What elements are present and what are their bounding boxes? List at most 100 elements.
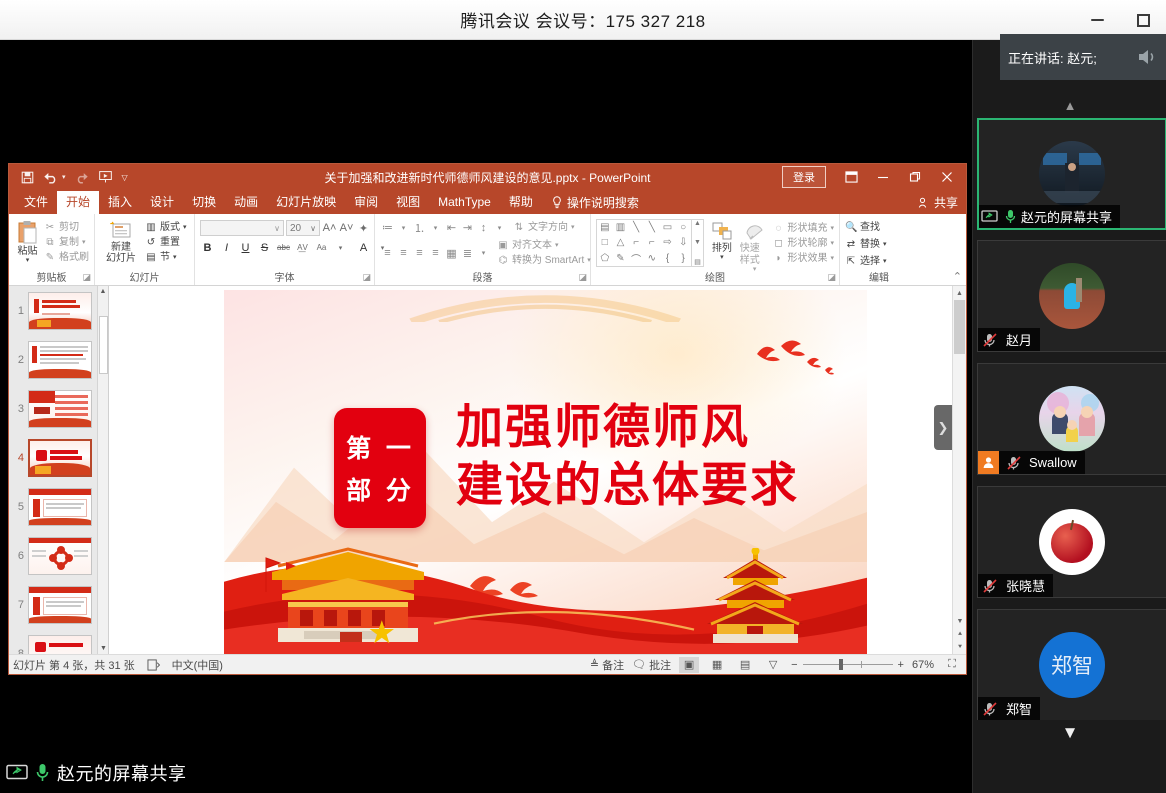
zoom-slider[interactable]: − + (791, 659, 904, 671)
participant-tile-2[interactable]: 赵月 (977, 240, 1166, 352)
thumbnail-item-selected[interactable]: 4 (9, 433, 108, 482)
align-left-icon[interactable]: ≡ (380, 246, 395, 261)
drawing-dialog-launcher[interactable]: ◪ (827, 272, 836, 283)
scroll-down-icon[interactable]: ▼ (694, 239, 701, 246)
thumbnail-item[interactable]: 6 (9, 531, 108, 580)
tell-me-search[interactable]: 操作说明搜索 (552, 194, 639, 214)
signin-button[interactable]: 登录 (782, 166, 826, 188)
scrollbar-thumb[interactable] (954, 300, 965, 354)
next-slide-icon[interactable]: ⯆ (953, 641, 966, 654)
accessibility-icon[interactable] (147, 658, 160, 671)
thumbnail-item[interactable]: 1 (9, 286, 108, 335)
slide-editing-area[interactable]: 第 一 部 分 加强师德师风 建设的总体要求 ▲ ▼ ⯅ ⯆ ❯ (109, 286, 966, 654)
thumbnail-item[interactable]: 3 (9, 384, 108, 433)
numbering-icon[interactable]: ⒈ (412, 220, 427, 235)
bullets-icon[interactable]: ≔ (380, 220, 395, 235)
restore-window-icon[interactable] (900, 166, 930, 188)
collapse-ribbon-button[interactable]: ⌃ (953, 270, 962, 283)
align-right-icon[interactable]: ≡ (412, 246, 427, 261)
tab-home[interactable]: 开始 (57, 191, 100, 214)
comments-button[interactable]: 🗨 批注 (632, 657, 671, 673)
tab-file[interactable]: 文件 (15, 191, 57, 214)
new-slide-button[interactable]: 新建 幻灯片 (100, 218, 142, 264)
font-name-combo[interactable]: ∨ (200, 220, 284, 236)
thumbnail-slide-1[interactable] (28, 291, 92, 330)
chevron-down-icon[interactable]: ▾ (720, 254, 724, 261)
align-text-button[interactable]: ▣ 对齐文本 ▾ (497, 239, 591, 252)
layout-button[interactable]: ▥ 版式 ▾ (145, 221, 186, 234)
thumbnail-item[interactable]: 8 (9, 629, 108, 654)
thumbnail-slide-6[interactable] (28, 536, 92, 575)
chevron-down-icon[interactable]: ▾ (396, 220, 411, 235)
scroll-down-icon[interactable]: ▼ (953, 615, 966, 628)
quick-styles-button[interactable]: 快速样式 ▾ (740, 219, 770, 273)
tab-mathtype[interactable]: MathType (429, 191, 500, 214)
shape-outline-button[interactable]: ◻ 形状轮廓 ▾ (772, 237, 834, 250)
shapes-gallery[interactable]: ▤ ▥ ╲ ╲ ▭ ○ □ △ ⌐ ⌐ ⇨ ⇩ ⬠ ✎ ⌒ ∿ {} (596, 219, 692, 267)
previous-slide-icon[interactable]: ⯅ (953, 628, 966, 641)
chevron-down-icon[interactable]: ▾ (428, 220, 443, 235)
paragraph-dialog-launcher[interactable]: ◪ (578, 272, 587, 283)
reset-button[interactable]: ↺ 重置 (145, 236, 187, 249)
columns-icon[interactable]: ▦ (444, 246, 459, 261)
start-from-beginning-icon[interactable] (98, 170, 113, 184)
share-document-button[interactable]: 共享 (918, 194, 958, 211)
view-slide-sorter-button[interactable]: ▦ (707, 657, 727, 673)
thumbnail-item[interactable]: 5 (9, 482, 108, 531)
shapes-gallery-scrollbar[interactable]: ▲ ▼ ▤ (692, 219, 704, 267)
paste-button[interactable]: 粘贴 ▾ (14, 218, 41, 264)
participant-tile-4[interactable]: 张晓慧 (977, 486, 1166, 598)
thumbnail-slide-8[interactable] (28, 634, 92, 654)
decrease-font-size-icon[interactable]: A˅ (339, 221, 354, 236)
zoom-level-label[interactable]: 67% (912, 659, 934, 671)
increase-font-size-icon[interactable]: A˄ (322, 221, 337, 236)
zoom-track[interactable] (802, 659, 893, 670)
text-direction-button[interactable]: ⇅ 文字方向 ▾ (513, 221, 575, 234)
replace-button[interactable]: ⇄ 替换 ▾ (845, 238, 887, 251)
strikethrough-button[interactable]: S (257, 240, 272, 255)
tab-help[interactable]: 帮助 (500, 191, 542, 214)
language-label[interactable]: 中文(中国) (172, 657, 223, 673)
align-center-icon[interactable]: ≡ (396, 246, 411, 261)
show-panel-toggle[interactable]: ❯ (934, 405, 952, 450)
view-slideshow-button[interactable]: ▽ (763, 657, 783, 673)
arrange-button[interactable]: 排列 ▾ (707, 219, 737, 261)
align-text-icon[interactable]: ≣ (460, 246, 475, 261)
thumbnail-slide-2[interactable] (28, 340, 92, 379)
customize-qat-icon[interactable]: ▽ (122, 173, 128, 182)
change-case-button[interactable]: Aa (314, 240, 329, 255)
current-slide[interactable]: 第 一 部 分 加强师德师风 建设的总体要求 (224, 290, 867, 654)
format-painter-button[interactable]: ✎ 格式刷 (44, 251, 89, 264)
scrollbar-thumb[interactable] (99, 316, 108, 374)
decrease-indent-icon[interactable]: ⇤ (444, 220, 459, 235)
zoom-handle[interactable] (838, 659, 843, 670)
copy-button[interactable]: ⧉ 复制 ▾ (44, 236, 89, 249)
scroll-up-icon[interactable]: ▲ (953, 286, 966, 300)
clear-formatting-icon[interactable]: ✦ (356, 221, 371, 236)
thumbnail-scrollbar[interactable]: ▲ ▼ (97, 286, 108, 654)
participant-tile-3[interactable]: Swallow (977, 363, 1166, 475)
zoom-out-button[interactable]: − (791, 659, 797, 671)
chevron-down-icon[interactable]: ▾ (333, 240, 348, 255)
participant-tile-screen-share[interactable]: 赵元的屏幕共享 (977, 118, 1166, 230)
scroll-up-icon[interactable]: ▲ (98, 286, 108, 297)
close-window-icon[interactable] (932, 166, 962, 188)
slide-thumbnail-pane[interactable]: 1 2 3 4 5 6 7 8 ▲ ▼ (9, 286, 109, 654)
participant-tile-5[interactable]: 郑智 郑智 (977, 609, 1166, 721)
bold-button[interactable]: B (200, 240, 215, 255)
tab-animations[interactable]: 动画 (225, 191, 267, 214)
thumbnail-item[interactable]: 7 (9, 580, 108, 629)
shape-fill-button[interactable]: ◌ 形状填充 ▾ (772, 222, 834, 235)
minimize-window-icon[interactable] (868, 166, 898, 188)
fit-slide-to-window-button[interactable]: ⛶ (942, 657, 962, 673)
rail-scroll-up-button[interactable]: ▲ (973, 92, 1166, 118)
tab-design[interactable]: 设计 (141, 191, 183, 214)
scroll-down-icon[interactable]: ▼ (98, 643, 108, 654)
character-spacing-button[interactable]: A͟V (295, 240, 310, 255)
thumbnail-item[interactable]: 2 (9, 335, 108, 384)
rail-scroll-down-button[interactable]: ▼ (973, 720, 1166, 746)
cut-button[interactable]: ✂ 剪切 (44, 221, 89, 234)
shapes-more-icon[interactable]: ▤ (694, 258, 701, 266)
underline-button[interactable]: U (238, 240, 253, 255)
thumbnail-slide-3[interactable] (28, 389, 92, 428)
